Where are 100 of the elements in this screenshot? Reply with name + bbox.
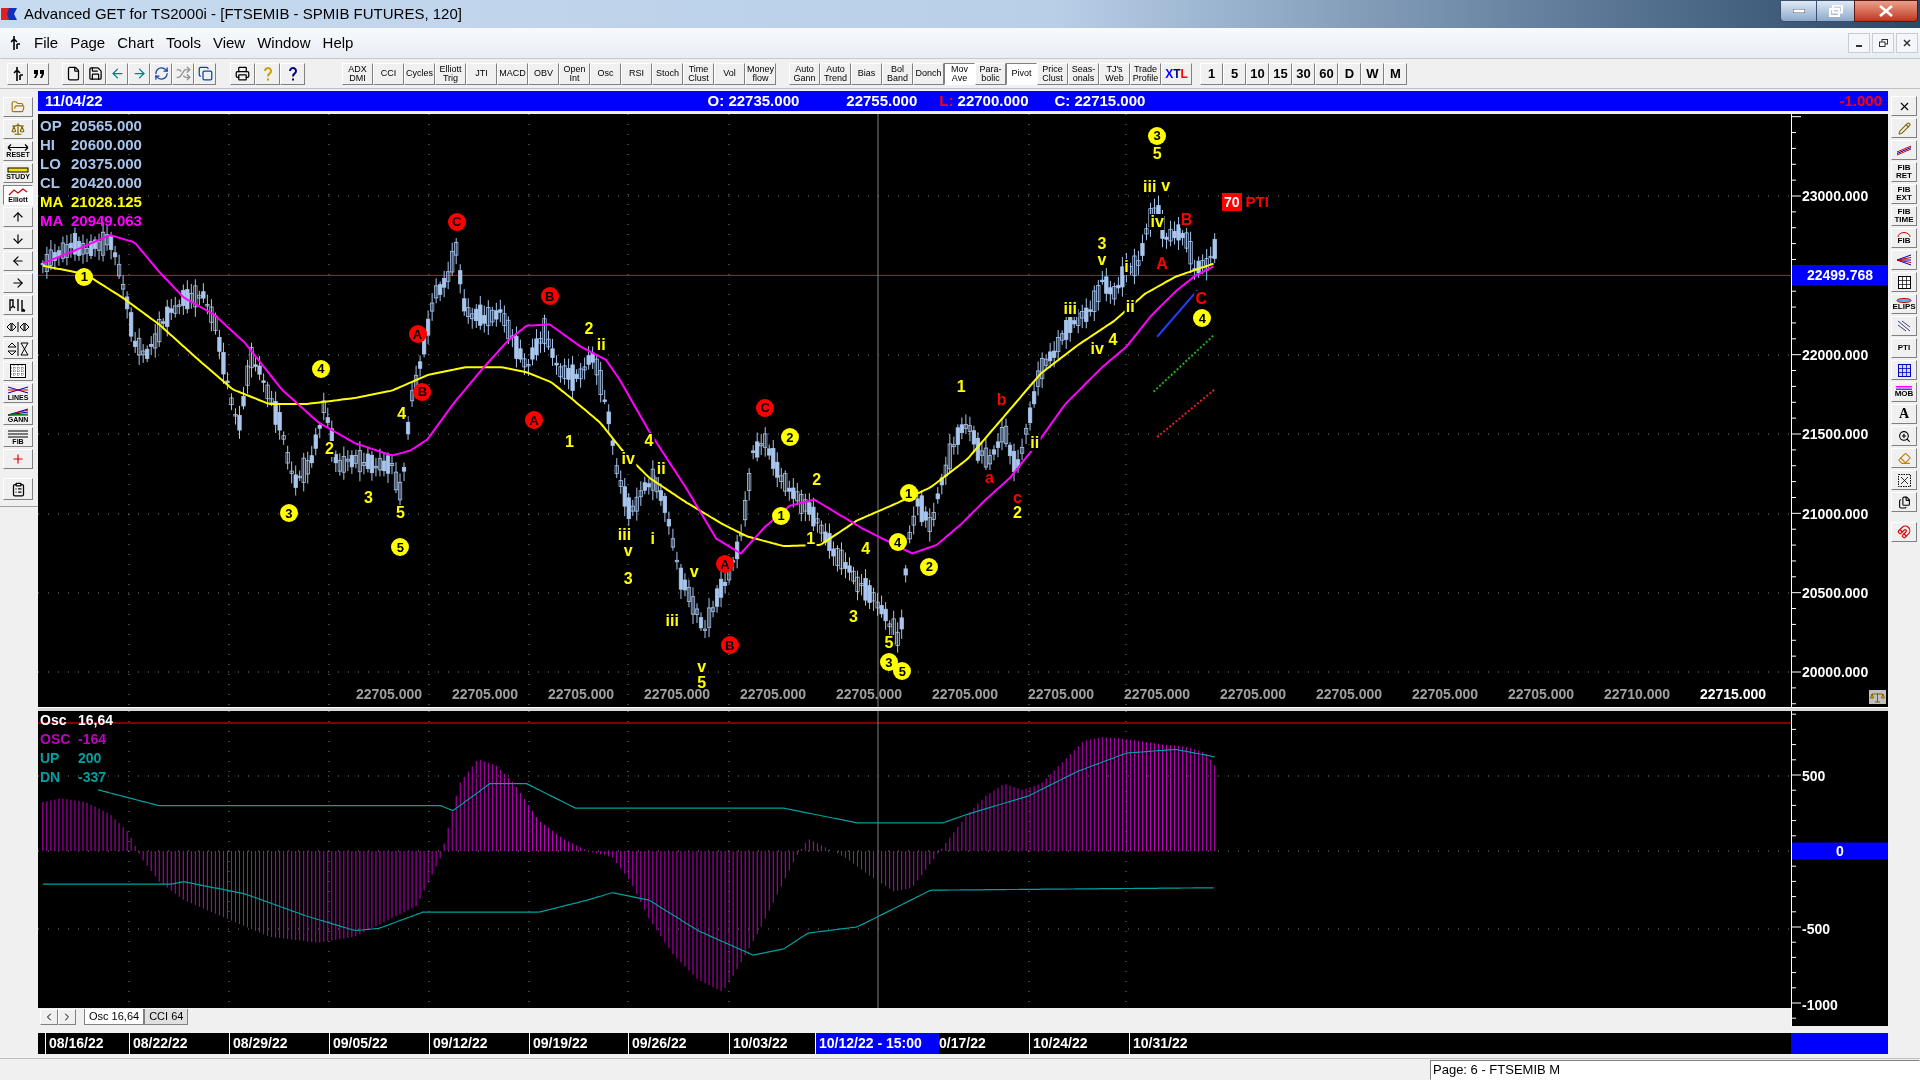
study-button[interactable]: Seas-onals [1068,62,1099,85]
fib-extension-button[interactable]: FIB EXT [1891,184,1917,204]
study-button[interactable]: OBV [528,62,559,85]
refresh-button[interactable] [150,62,172,85]
interval-button[interactable]: W [1361,62,1384,85]
study-button[interactable]: JTI [466,62,497,85]
new-document-button[interactable] [62,62,84,85]
crosshair-button[interactable] [3,449,33,469]
zoom-vertical-button[interactable] [3,339,33,359]
interval-button[interactable]: 60 [1315,62,1338,85]
xtl-button[interactable]: XTL [1161,62,1192,85]
open-file-button[interactable] [3,97,33,117]
close-button[interactable] [1854,0,1918,22]
split-button[interactable] [3,295,33,315]
channel-button[interactable] [1891,140,1917,160]
pages-button[interactable] [1891,492,1917,512]
minimize-button[interactable] [1780,0,1817,22]
fib-arc-button[interactable]: FIB [1891,228,1917,248]
scale-button[interactable] [1869,690,1886,704]
select-area-button[interactable] [1891,470,1917,490]
maximize-button[interactable] [1817,0,1854,22]
fib-retracement-button[interactable]: FIB RET [1891,162,1917,182]
interval-button[interactable]: 30 [1292,62,1315,85]
menu-item[interactable]: View [206,31,252,55]
study-button[interactable]: Stoch [652,62,683,85]
interval-button[interactable]: 10 [1246,62,1269,85]
interval-button[interactable]: 5 [1223,62,1246,85]
compress-button[interactable] [3,317,33,337]
study-button[interactable]: Time Clust [683,62,714,85]
study-button[interactable]: Money flow [745,62,776,85]
tab-scroll-right-button[interactable] [58,1009,76,1025]
menu-item[interactable]: Window [251,31,317,55]
study-button[interactable]: Para-bolic [975,62,1006,85]
move-right-button[interactable] [3,273,33,293]
study-button[interactable]: Elliott Trig [435,62,466,85]
study-button[interactable]: Vol [714,62,745,85]
interval-button[interactable]: M [1384,62,1407,85]
table-button[interactable] [1891,360,1917,380]
ellipse-button[interactable]: ELIPS [1891,294,1917,314]
study-button[interactable]: Cycles [404,62,435,85]
fib-time-button[interactable]: FIB TIME [1891,206,1917,226]
study-button[interactable]: MACD [497,62,528,85]
menu-item[interactable]: Chart [111,31,160,55]
study-button[interactable]: CCI [373,62,404,85]
balance-button[interactable] [3,119,33,139]
study-button[interactable]: Open Int [559,62,590,85]
study-button[interactable]: ADX DMI [342,62,373,85]
study-button[interactable]: Bias [851,62,882,85]
move-left-button[interactable] [3,251,33,271]
tab-scroll-left-button[interactable] [40,1009,58,1025]
text-tool-button[interactable]: A [1891,404,1917,424]
indicator-tab[interactable]: CCI 64 [144,1009,189,1025]
interval-button[interactable]: 15 [1269,62,1292,85]
menu-item[interactable]: File [28,31,65,55]
copy-button[interactable] [194,62,216,85]
save-button[interactable] [84,62,106,85]
study-button[interactable]: TJ's Web [1099,62,1130,85]
pencil-button[interactable] [1891,118,1917,138]
eraser-button[interactable] [1891,448,1917,468]
study-button[interactable]: Trade Profile [1130,62,1161,85]
mdi-restore-button[interactable] [1872,33,1894,53]
study-button[interactable]: Mov Ave [944,62,975,85]
study-button[interactable]: Donch [913,62,944,85]
menu-item[interactable]: Help [316,31,360,55]
menu-item[interactable]: Page [64,31,112,55]
mob-button[interactable]: MOB [1891,382,1917,402]
interval-button[interactable]: 1 [1200,62,1223,85]
quote-button[interactable] [28,62,49,85]
move-up-button[interactable] [3,207,33,227]
shuffle-button[interactable] [172,62,194,85]
diagonal-lines-button[interactable] [1891,316,1917,336]
mdi-minimize-button[interactable] [1848,33,1870,53]
close-drawing-button[interactable] [1891,96,1917,116]
mdi-close-button[interactable] [1896,33,1918,53]
zoom-button[interactable] [1891,426,1917,446]
pti-button[interactable]: PTI [1891,338,1917,358]
grid-button[interactable] [1891,272,1917,292]
print-button[interactable] [230,62,255,85]
study-button[interactable]: Auto Gann [789,62,820,85]
interval-button[interactable]: D [1338,62,1361,85]
study-button[interactable]: Osc [590,62,621,85]
study-button[interactable]: Auto Trend [820,62,851,85]
help-button[interactable] [255,62,280,85]
next-page-button[interactable] [128,62,150,85]
wave-label: 1 [955,378,967,395]
pointer-tool-button[interactable] [7,62,28,85]
indicator-tab[interactable]: Osc 16,64 [84,1009,145,1025]
grid-button[interactable] [3,361,33,381]
notepad-button[interactable] [3,478,33,500]
menu-item[interactable]: Tools [159,31,207,55]
move-down-button[interactable] [3,229,33,249]
study-button[interactable]: RSI [621,62,652,85]
wave-label: 4 [1193,309,1212,328]
study-button[interactable]: Price Clust [1037,62,1068,85]
previous-page-button[interactable] [106,62,128,85]
fan-button[interactable] [1891,250,1917,270]
context-help-button[interactable] [280,62,305,85]
study-button[interactable]: Bol Band [882,62,913,85]
magnet-button[interactable] [1891,522,1917,542]
study-button[interactable]: Pivot [1006,62,1037,85]
